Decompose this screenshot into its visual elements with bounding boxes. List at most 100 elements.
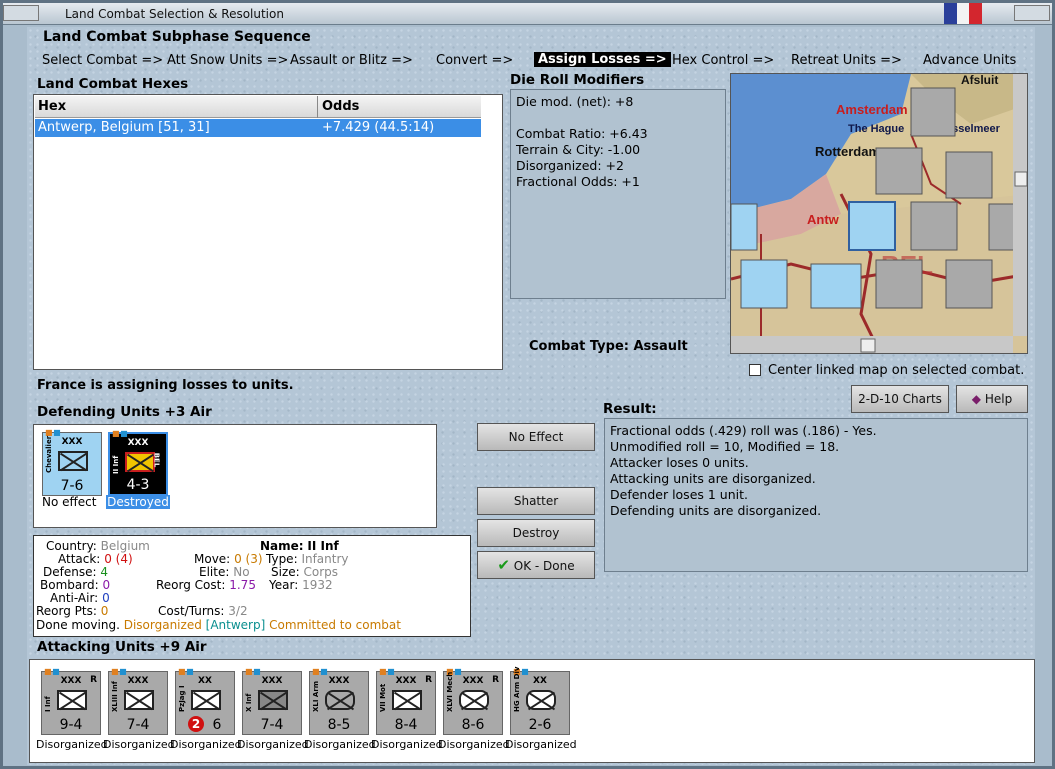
window-close-button[interactable] [1014,5,1050,21]
main-panel: Land Combat Subphase Sequence Select Com… [27,27,1035,765]
infantry-symbol-icon [124,690,154,710]
detail-done: Done moving. [36,618,120,632]
hexes-table: Hex Odds Antwerp, Belgium [51, 31] +7.42… [33,94,503,370]
detail-cost: Cost/Turns: 3/2 [158,605,248,618]
detail-reorg-cost-label: Reorg Cost: [156,578,226,592]
shatter-button[interactable]: Shatter [477,487,595,515]
anti-tank-symbol-icon [191,690,221,710]
detail-antiair-label: Anti-Air: [50,591,99,605]
unit-strength: 4-3 [126,477,150,493]
attacking-units-panel: ■ ■ XXX R I Inf 9-4 Disorganized ■ ■ XXX… [29,659,1035,763]
infantry-symbol-icon [57,690,87,710]
unit-caption: Disorganized [170,738,242,751]
attacking-unit[interactable]: ■ ■ XXX XLIII Inf 7-4 [108,667,168,735]
unit-status-dots: ■ ■ [178,667,194,676]
armor-symbol-icon [325,690,355,710]
unit-caption: Disorganized [304,738,376,751]
window-menu-button[interactable] [3,5,39,21]
detail-committed: Committed to combat [269,618,401,632]
modifiers-box: Die mod. (net): +8 Combat Ratio: +6.43 T… [510,89,726,299]
map-label-afsluit: Afsluit [961,74,998,87]
armor-symbol-icon [526,690,556,710]
detail-attack-value: 0 [104,552,112,566]
detail-attack-label: Attack: [58,552,101,566]
defending-unit[interactable]: ■ ■ XXX Chevalier 7-6 [42,428,102,496]
attacking-unit[interactable]: ■ ■ XXX XLI Arm 8-5 [309,667,369,735]
result-title: Result: [603,401,657,417]
unit-strength: 7-4 [126,717,150,733]
combat-type-value: Assault [633,339,688,354]
detail-defense-value: 4 [100,565,108,579]
attacking-unit[interactable]: ■ ■ XXX X Inf 7-4 [242,667,302,735]
map-label-antwerp: Antw [807,212,840,227]
ok-done-label: OK - Done [513,559,575,573]
attacking-unit[interactable]: ■ ■ XXX R VII Mot 8-4 [376,667,436,735]
ok-done-button[interactable]: ✔ OK - Done [477,551,595,579]
unit-size: XXX [127,438,149,448]
modifier-disorganized: Disorganized: +2 [516,158,624,173]
table-row[interactable]: Antwerp, Belgium [51, 31] +7.429 (44.5:1… [35,119,481,137]
infantry-symbol-icon [258,690,288,710]
detail-reorg-label: Reorg Pts: [36,604,97,618]
detail-type-value: Infantry [301,552,349,566]
unit-name: Chevalier [45,435,53,473]
motorized-symbol-icon [392,690,422,710]
detail-antiair-value: 0 [102,591,110,605]
unit-strength: 7-6 [60,478,84,494]
unit-status-dots: ■ ■ [111,667,127,676]
unit-strength: 8-5 [327,717,351,733]
detail-elite-value: No [233,565,250,579]
infantry-symbol-icon [125,452,155,472]
seq-hex-control: Hex Control => [672,53,775,68]
detail-size-value: Corps [303,565,339,579]
charts-button[interactable]: 2-D-10 Charts [851,385,949,413]
center-map-checkbox[interactable] [749,364,761,376]
result-line: Fractional odds (.429) roll was (.186) -… [610,423,877,438]
seq-assign-losses: Assign Losses => [534,52,671,67]
unit-caption: Disorganized [438,738,510,751]
unit-caption: Disorganized [237,738,309,751]
unit-strength: 8-6 [461,717,485,733]
attacking-unit[interactable]: ■ ■ XX HG Arm Div 2-6 [510,667,570,735]
unit-name: XLI Arm [312,680,320,712]
map-label-amsterdam: Amsterdam [836,102,908,117]
column-hex[interactable]: Hex [35,96,318,118]
help-button[interactable]: ◆ Help [956,385,1028,413]
detail-type-label: Type: [266,552,298,566]
column-odds[interactable]: Odds [319,96,481,118]
unit-name: I Inf [44,696,52,712]
attacking-unit[interactable]: ■ ■ XXX R XLVI Mech 8-6 [443,667,503,735]
defending-unit-selected[interactable]: ■ ■ XXX II Inf BEL 4-3 [108,429,168,496]
window: Land Combat Selection & Resolution Land … [0,0,1055,769]
detail-cost-label: Cost/Turns: [158,604,225,618]
help-book-icon: ◆ [971,392,982,406]
modifier-net: Die mod. (net): +8 [516,94,634,109]
title-bar: Land Combat Selection & Resolution [3,3,1052,25]
help-label: Help [984,392,1013,406]
detail-defense-label: Defense: [43,565,97,579]
attacking-title: Attacking Units +9 Air [37,639,207,655]
unit-caption: Disorganized [371,738,443,751]
attacking-unit[interactable]: ■ ■ XXX R I Inf 9-4 [41,667,101,735]
modifiers-list: Die mod. (net): +8 Combat Ratio: +6.43 T… [516,94,648,190]
window-title: Land Combat Selection & Resolution [65,7,284,21]
modifier-spacer [516,110,648,126]
map-label-hague: The Hague [848,123,904,135]
map-canvas: Afsluit Amsterdam The Hague IJsselmeer R… [731,74,1027,353]
sequence-title: Land Combat Subphase Sequence [43,29,311,45]
no-effect-button[interactable]: No Effect [477,423,595,451]
mini-map[interactable]: Afsluit Amsterdam The Hague IJsselmeer R… [730,73,1028,354]
modifier-combat-ratio: Combat Ratio: +6.43 [516,126,648,141]
mechanized-symbol-icon [459,690,489,710]
detail-year-value: 1932 [302,578,333,592]
unit-caption: Disorganized [103,738,175,751]
result-line: Unmodified roll = 10, Modified = 18. [610,439,840,454]
attacking-unit[interactable]: ■ ■ XX PzJag I 2 6 [175,667,235,735]
defending-units-panel: ■ ■ XXX Chevalier 7-6 No effect ■ ■ XXX … [33,424,437,528]
result-line: Defending units are disorganized. [610,503,822,518]
unit-strength: 7-4 [260,717,284,733]
detail-name-value: II Inf [307,539,339,553]
destroy-button[interactable]: Destroy [477,519,595,547]
detail-attack-base: (4) [115,552,133,566]
detail-year: Year: 1932 [269,579,333,592]
